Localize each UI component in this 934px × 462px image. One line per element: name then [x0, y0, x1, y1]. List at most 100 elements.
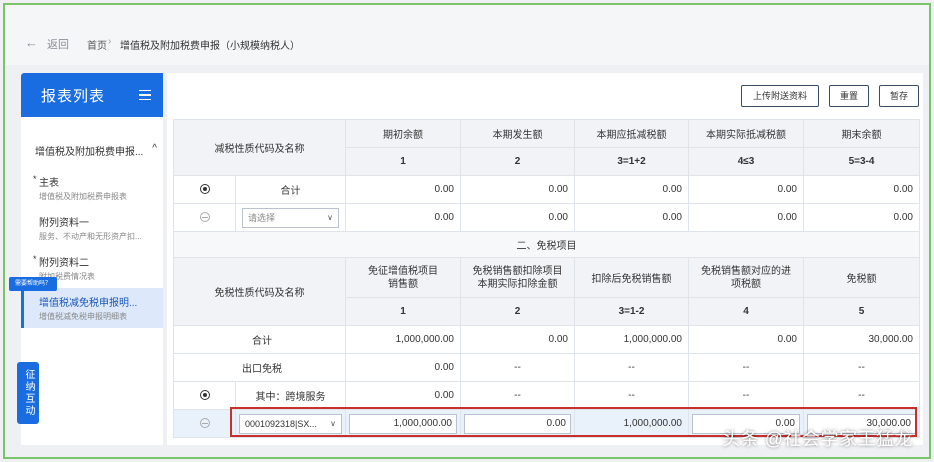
interaction-tab[interactable]: 征纳互动	[17, 362, 39, 424]
radio-icon[interactable]	[199, 184, 210, 195]
menu-icon[interactable]	[139, 87, 151, 104]
cell-value: --	[460, 353, 575, 382]
column-code: 5	[803, 297, 920, 326]
cell-value: 0.00	[345, 175, 461, 204]
sidebar-item-main[interactable]: * 主表 增值税及附加税费申报表	[21, 168, 163, 208]
cell-value: --	[574, 381, 689, 410]
remove-row-icon[interactable]	[199, 212, 210, 223]
cell-value: 1,000,000.00	[574, 409, 689, 438]
section2-name-header: 免税性质代码及名称	[173, 257, 346, 326]
cell-value: --	[688, 381, 804, 410]
cell-value: 0.00	[688, 325, 804, 354]
cell-value: 0.00	[345, 353, 461, 382]
radio-icon[interactable]	[199, 390, 210, 401]
row-label: 合计	[235, 175, 346, 204]
remove-row-icon[interactable]	[199, 418, 210, 429]
table-row: 其中：跨境服务 0.00 -- -- -- --	[173, 381, 920, 410]
row-label: 出口免税	[173, 353, 346, 382]
select-placeholder: 请选择	[248, 213, 276, 223]
reduction-table: 减税性质代码及名称 期初余额 本期发生额 本期应抵减税额 本期实际抵减税额 期末…	[173, 119, 920, 438]
column-header: 本期应抵减税额	[574, 119, 689, 148]
column-code: 3=1+2	[574, 147, 689, 176]
row-label: 其中：跨境服务	[235, 381, 346, 410]
column-header: 期初余额	[345, 119, 461, 148]
section2-title: 二、免税项目	[173, 231, 920, 258]
cell-value: 0.00	[688, 203, 804, 232]
back-link[interactable]: 返回	[47, 36, 69, 52]
sidebar-item-sub: 增值税及附加税费申报表	[39, 192, 127, 201]
sidebar-item-label: 主表	[39, 178, 59, 189]
sidebar: 报表列表 增值税及附加税费申报... ^ * 主表 增值税及附加税费申报表 附列…	[21, 73, 163, 445]
toolbar: 上传附送资料 重置 暂存	[741, 85, 919, 107]
table-row: 合计 0.00 0.00 0.00 0.00 0.00	[173, 175, 920, 204]
column-header: 免税销售额对应的进 项税额	[688, 257, 804, 298]
reset-button[interactable]: 重置	[829, 85, 869, 107]
cell-value: --	[574, 353, 689, 382]
cell-value: 0.00	[574, 203, 689, 232]
chevron-down-icon: ∨	[330, 419, 336, 428]
table-row: 出口免税 0.00 -- -- -- --	[173, 353, 920, 382]
cell-value: 0.00	[460, 325, 575, 354]
column-code: 3=1-2	[574, 297, 689, 326]
required-star-icon: *	[33, 254, 37, 264]
column-header: 免税销售额扣除项目 本期实际扣除金额	[460, 257, 575, 298]
exempt-sales-input[interactable]: 1,000,000.00	[349, 413, 457, 434]
deduction-input[interactable]: 0.00	[464, 413, 571, 434]
column-header: 免税额	[803, 257, 920, 298]
sidebar-item-sub: 增值税减免税申报明细表	[39, 312, 127, 321]
cell-value: 0.00	[803, 175, 920, 204]
sidebar-item-sub: 服务、不动产和无形资产扣...	[39, 232, 142, 241]
sidebar-item-attachment-1[interactable]: 附列资料一 服务、不动产和无形资产扣...	[21, 208, 163, 248]
sidebar-group-label: 增值税及附加税费申报...	[35, 147, 144, 158]
table-row: 合计 1,000,000.00 0.00 1,000,000.00 0.00 3…	[173, 325, 920, 354]
cell-value: --	[803, 353, 920, 382]
required-star-icon: *	[33, 174, 37, 184]
cell-value: 1,000,000.00	[574, 325, 689, 354]
exemption-code-select[interactable]: 0001092318|SX... ∨	[239, 413, 342, 434]
table-row: 请选择 ∨ 0.00 0.00 0.00 0.00 0.00	[173, 203, 920, 232]
sidebar-item-label: 附列资料一	[39, 218, 89, 229]
cell-value: 0.00	[345, 381, 461, 410]
breadcrumb-current: 增值税及附加税费申报（小规模纳税人）	[120, 41, 300, 52]
column-code: 1	[345, 297, 461, 326]
column-code: 4	[688, 297, 804, 326]
cell-value: 0.00	[460, 203, 575, 232]
sidebar-item-label: 附列资料二	[39, 258, 89, 269]
cell-value: 0.00	[460, 175, 575, 204]
column-code: 2	[460, 147, 575, 176]
cell-value: --	[688, 353, 804, 382]
cell-value: --	[803, 381, 920, 410]
chevron-up-icon: ^	[152, 143, 157, 154]
sidebar-item-label: 增值税减免税申报明...	[39, 298, 138, 309]
cell-value: --	[460, 381, 575, 410]
cell-value: 0.00	[574, 175, 689, 204]
top-bar: ← 返回 首页 › 增值税及附加税费申报（小规模纳税人）	[5, 5, 929, 65]
back-arrow-icon[interactable]: ←	[25, 35, 38, 50]
chevron-down-icon: ∨	[327, 213, 333, 222]
column-header: 本期实际抵减税额	[688, 119, 804, 148]
cell-value: 0.00	[688, 175, 804, 204]
cell-value: 0.00	[345, 203, 461, 232]
reduction-code-select[interactable]: 请选择 ∨	[242, 207, 339, 228]
sidebar-group[interactable]: 增值税及附加税费申报... ^	[21, 117, 163, 168]
breadcrumb-home[interactable]: 首页	[87, 37, 107, 52]
upload-button[interactable]: 上传附送资料	[741, 85, 819, 107]
breadcrumb-separator: ›	[108, 36, 112, 47]
help-badge[interactable]: 需要帮助吗？	[9, 277, 57, 291]
watermark: 头条 @社会学家王猛龙	[722, 429, 913, 449]
cell-value: 1,000,000.00	[345, 325, 461, 354]
app-frame: ← 返回 首页 › 增值税及附加税费申报（小规模纳税人） 报表列表 增值税及附加…	[3, 3, 931, 459]
column-header: 本期发生额	[460, 119, 575, 148]
column-code: 4≤3	[688, 147, 804, 176]
column-code: 5=3-4	[803, 147, 920, 176]
cell-value: 30,000.00	[803, 325, 920, 354]
column-header: 期末余额	[803, 119, 920, 148]
column-header: 免征增值税项目 销售额	[345, 257, 461, 298]
section1-name-header: 减税性质代码及名称	[173, 119, 346, 176]
save-draft-button[interactable]: 暂存	[879, 85, 919, 107]
sidebar-item-reduction-detail[interactable]: 增值税减免税申报明... 增值税减免税申报明细表	[21, 288, 163, 328]
main-panel: 上传附送资料 重置 暂存 减税性质代码及名称 期初余额 本期发生额 本期应抵减税…	[167, 73, 923, 445]
column-header: 扣除后免税销售额	[574, 257, 689, 298]
select-value: 0001092318|SX...	[245, 418, 317, 429]
column-code: 1	[345, 147, 461, 176]
